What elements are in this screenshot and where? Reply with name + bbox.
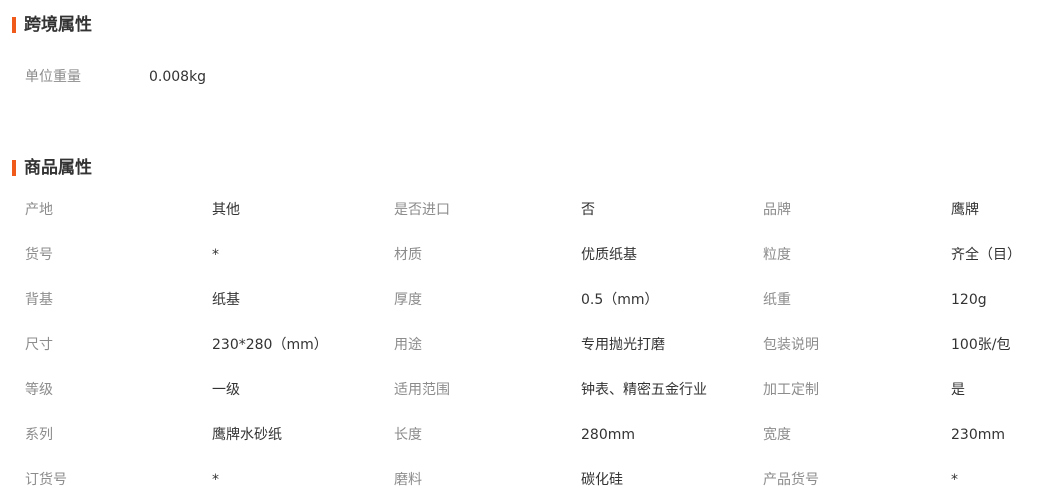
attr-label: 订货号 [25, 472, 67, 488]
attr-label: 用途 [394, 337, 422, 353]
product-section-title: 商品属性 [12, 158, 92, 178]
attr-label: 系列 [25, 427, 53, 443]
attr-label: 加工定制 [763, 382, 819, 398]
attr-value: 0.5（mm） [581, 292, 659, 308]
attr-value: * [951, 472, 958, 488]
attr-label: 品牌 [763, 202, 791, 218]
attr-label: 适用范围 [394, 382, 450, 398]
attr-value: 其他 [212, 202, 240, 218]
attr-label: 长度 [394, 427, 422, 443]
attr-value: 钟表、精密五金行业 [581, 382, 707, 398]
attr-value: 优质纸基 [581, 247, 637, 263]
attr-label: 粒度 [763, 247, 791, 263]
attr-value: 齐全（目） [951, 247, 1021, 263]
attr-value: 鹰牌水砂纸 [212, 427, 282, 443]
attr-label: 材质 [394, 247, 422, 263]
title-accent-bar [12, 160, 16, 176]
cross-border-section-title: 跨境属性 [12, 15, 92, 35]
attr-value: 230*280（mm） [212, 337, 328, 353]
attr-value: 否 [581, 202, 595, 218]
attr-label: 产品货号 [763, 472, 819, 488]
attr-label: 尺寸 [25, 337, 53, 353]
attr-label: 宽度 [763, 427, 791, 443]
attr-label: 货号 [25, 247, 53, 263]
attr-value: 120g [951, 292, 987, 308]
attr-label: 厚度 [394, 292, 422, 308]
attr-value-unit-weight: 0.008kg [149, 69, 207, 85]
attr-label: 包装说明 [763, 337, 819, 353]
attr-value: * [212, 247, 219, 263]
attr-value: 280mm [581, 427, 635, 443]
attr-value: 一级 [212, 382, 240, 398]
attr-value: 纸基 [212, 292, 240, 308]
attr-label: 等级 [25, 382, 53, 398]
attr-label: 磨料 [394, 472, 422, 488]
attr-label: 是否进口 [394, 202, 450, 218]
attr-value: 专用抛光打磨 [581, 337, 665, 353]
attr-value: * [212, 472, 219, 488]
attr-label: 纸重 [763, 292, 791, 308]
attr-value: 鹰牌 [951, 202, 979, 218]
attr-label-unit-weight: 单位重量 [25, 69, 81, 85]
attr-value: 碳化硅 [581, 472, 623, 488]
cross-border-title: 跨境属性 [24, 15, 92, 35]
attr-value: 100张/包 [951, 337, 1011, 353]
title-accent-bar [12, 17, 16, 33]
attr-value: 是 [951, 382, 965, 398]
attr-label: 背基 [25, 292, 53, 308]
attr-value: 230mm [951, 427, 1005, 443]
product-title: 商品属性 [24, 158, 92, 178]
attr-label: 产地 [25, 202, 53, 218]
